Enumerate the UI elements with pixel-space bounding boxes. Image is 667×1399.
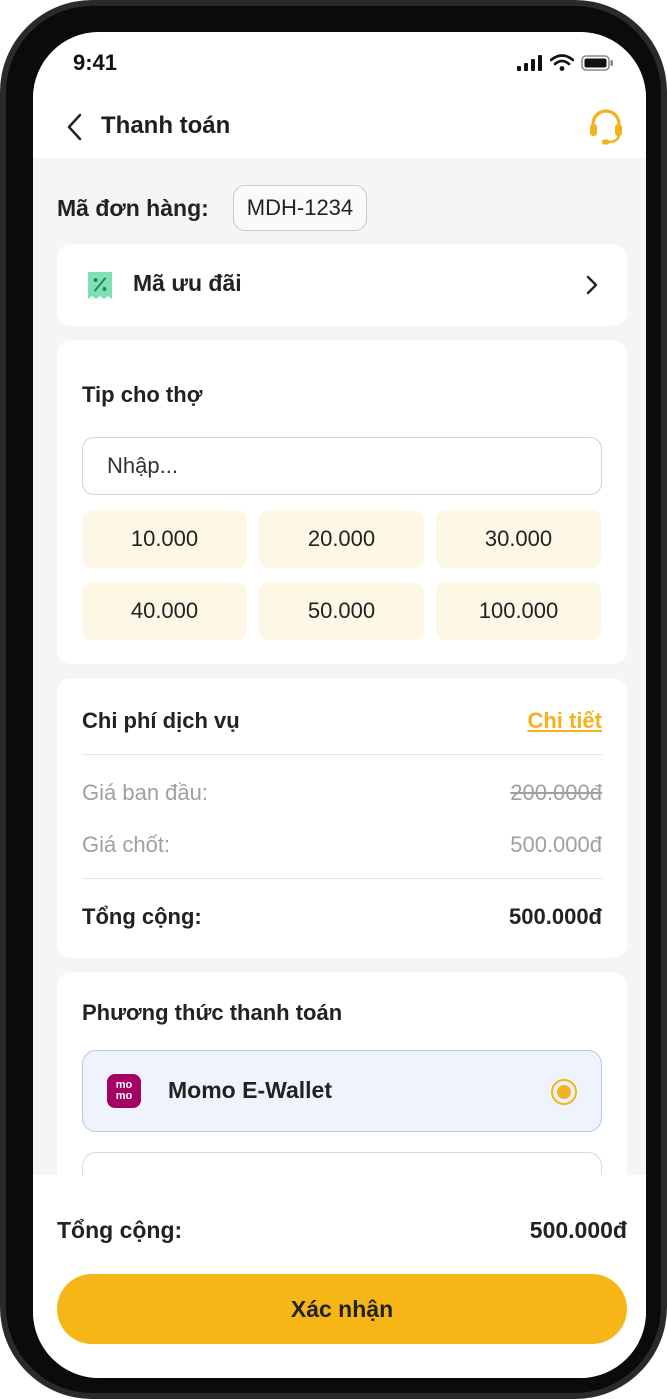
phone-bezel: 9:41 Thanh toán Mã đơn hàng: MDH-1234 Mã… xyxy=(6,6,661,1393)
divider xyxy=(82,754,602,755)
status-icons xyxy=(517,54,614,71)
cost-total-label: Tổng cộng: xyxy=(82,904,202,929)
battery-icon xyxy=(581,54,613,71)
payment-method-title: Phương thức thanh toán xyxy=(82,1000,343,1025)
radio-dot xyxy=(557,1085,571,1099)
tip-input[interactable] xyxy=(82,437,602,495)
discount-ticket-icon xyxy=(88,272,112,299)
service-cost-title: Chi phí dịch vụ xyxy=(82,708,240,733)
final-price-value: 500.000đ xyxy=(510,832,602,857)
header: Thanh toán xyxy=(33,94,646,158)
confirm-button[interactable]: Xác nhận xyxy=(57,1274,627,1344)
status-time: 9:41 xyxy=(73,50,118,75)
original-price-label: Giá ban đầu: xyxy=(82,780,208,805)
radio-selected-icon[interactable] xyxy=(551,1079,577,1105)
voucher-label: Mã ưu đãi xyxy=(133,270,242,296)
cost-total-value: 500.000đ xyxy=(509,904,602,929)
payment-option-label: Momo E-Wallet xyxy=(168,1077,332,1103)
headset-icon[interactable] xyxy=(586,106,626,146)
order-code-label: Mã đơn hàng: xyxy=(57,194,209,221)
tip-option-button[interactable]: 40.000 xyxy=(82,582,247,640)
cost-total-row: Tổng cộng: 500.000đ xyxy=(82,904,602,930)
order-code-row: Mã đơn hàng: MDH-1234 xyxy=(57,184,368,232)
phone-frame: 9:41 Thanh toán Mã đơn hàng: MDH-1234 Mã… xyxy=(0,0,667,1399)
bottom-bar: Tổng cộng: 500.000đ Xác nhận xyxy=(33,1175,646,1378)
footer-total-value: 500.000đ xyxy=(529,1217,627,1243)
footer-total-label: Tổng cộng: xyxy=(57,1217,183,1243)
tip-option-button[interactable]: 50.000 xyxy=(259,582,424,640)
chevron-right-icon xyxy=(586,275,598,295)
status-bar: 9:41 xyxy=(33,32,646,94)
original-price-row: Giá ban đầu: 200.000đ xyxy=(82,780,602,806)
tip-option-button[interactable]: 30.000 xyxy=(436,510,601,568)
tip-title: Tip cho thợ xyxy=(82,382,203,407)
original-price-value: 200.000đ xyxy=(510,780,602,805)
order-code-chip: MDH-1234 xyxy=(232,185,368,231)
tip-card: Tip cho thợ 10.000 20.000 30.000 40.000 … xyxy=(57,340,627,664)
service-cost-card: Chi phí dịch vụ Chi tiết Giá ban đầu: 20… xyxy=(57,678,627,958)
tip-options: 10.000 20.000 30.000 40.000 50.000 100.0… xyxy=(82,510,602,640)
wifi-icon xyxy=(550,54,574,71)
footer-total-row: Tổng cộng: 500.000đ xyxy=(57,1217,627,1244)
tip-option-button[interactable]: 10.000 xyxy=(82,510,247,568)
payment-option-momo[interactable]: mo mo Momo E-Wallet xyxy=(82,1050,602,1132)
momo-logo-text-bottom: mo xyxy=(115,1090,133,1102)
chevron-left-icon[interactable] xyxy=(63,112,87,142)
final-price-label: Giá chốt: xyxy=(82,832,171,857)
tip-option-button[interactable]: 20.000 xyxy=(259,510,424,568)
momo-logo-icon: mo mo xyxy=(107,1074,141,1108)
screen: 9:41 Thanh toán Mã đơn hàng: MDH-1234 Mã… xyxy=(33,32,646,1378)
signal-icon xyxy=(517,54,542,71)
page-title: Thanh toán xyxy=(101,112,231,139)
tip-option-button[interactable]: 100.000 xyxy=(436,582,601,640)
cost-detail-link[interactable]: Chi tiết xyxy=(527,708,602,734)
voucher-row[interactable]: Mã ưu đãi xyxy=(57,244,627,326)
divider xyxy=(82,878,602,879)
final-price-row: Giá chốt: 500.000đ xyxy=(82,832,602,858)
